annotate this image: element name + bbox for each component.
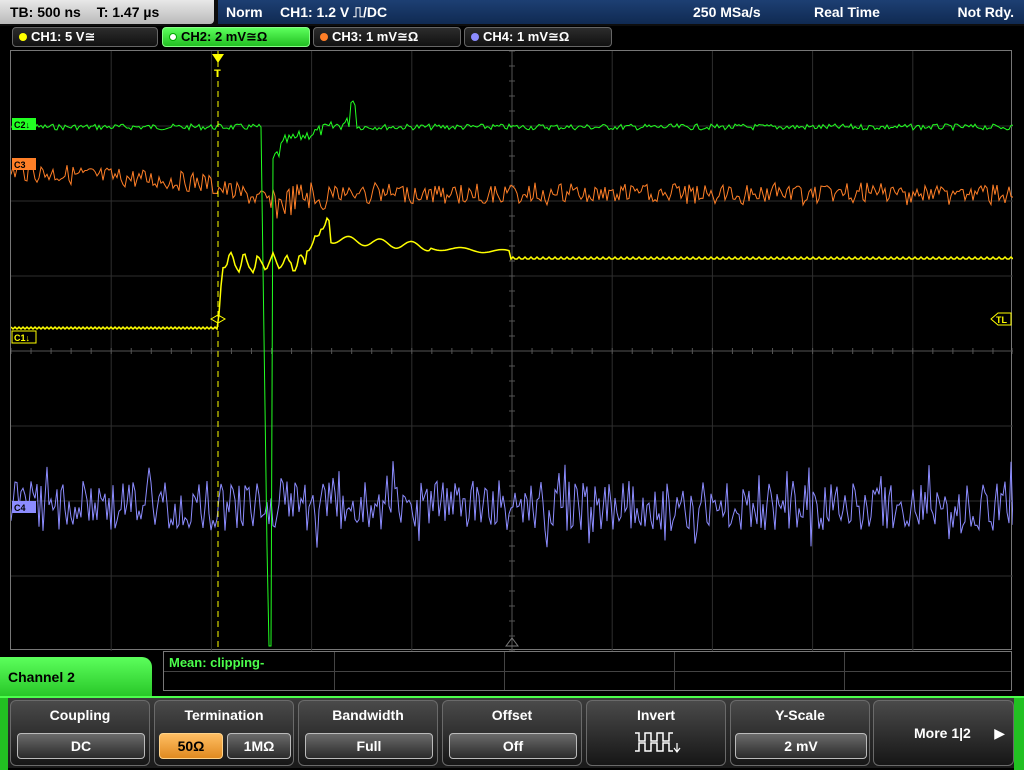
softkey-accent-left xyxy=(0,698,8,770)
meas-grid-line xyxy=(334,652,335,690)
tab-ch3-label: CH3: 1 mV≅Ω xyxy=(332,29,419,44)
bandwidth-softkey[interactable]: Bandwidth Full xyxy=(298,700,438,766)
termination-1mohm-button[interactable]: 1MΩ xyxy=(227,733,291,759)
ch4-color-dot xyxy=(471,33,479,41)
ch1-ground-marker[interactable]: C1↓ xyxy=(11,330,37,344)
bandwidth-value-button[interactable]: Full xyxy=(305,733,433,759)
termination-50ohm-button[interactable]: 50Ω xyxy=(159,733,223,759)
meas-divider xyxy=(164,671,1011,672)
tab-ch2-label: CH2: 2 mV≅Ω xyxy=(181,29,268,44)
trigger-status-strip: Norm CH1: 1.2 V ⎍/DC 250 MSa/s Real Time… xyxy=(218,0,1024,24)
tab-ch2[interactable]: CH2: 2 mV≅Ω xyxy=(162,27,310,47)
softkey-bar: Coupling DC Termination 50Ω 1MΩ Bandwidt… xyxy=(0,696,1024,770)
coupling-softkey[interactable]: Coupling DC xyxy=(10,700,150,766)
waveform-display[interactable]: T C2↓ C3 C1↓ C4 TL xyxy=(10,50,1013,651)
meas-grid-line xyxy=(674,652,675,690)
trigger-source-label[interactable]: CH1: 1.2 V ⎍/DC xyxy=(280,0,387,24)
ch4-ground-marker[interactable]: C4 xyxy=(12,501,36,513)
invert-waveform-icon xyxy=(635,732,681,753)
invert-softkey[interactable]: Invert xyxy=(586,700,726,766)
offset-value-button[interactable]: Off xyxy=(449,733,577,759)
ch3-color-dot xyxy=(320,33,328,41)
acquisition-status-label: Not Rdy. xyxy=(957,4,1014,20)
bandwidth-title: Bandwidth xyxy=(332,707,404,723)
channel-tabs: CH1: 5 V≅ CH2: 2 mV≅Ω CH3: 1 mV≅Ω CH4: 1… xyxy=(0,26,1024,48)
meas-grid-line xyxy=(844,652,845,690)
timebase-box[interactable]: TB: 500 ns T: 1.47 µs xyxy=(0,0,214,24)
more-softkey[interactable]: More 1|2 ▶ xyxy=(873,700,1014,766)
ch2-marker-label: C2↓ xyxy=(14,120,30,130)
more-label: More 1|2 xyxy=(914,725,971,741)
ch1-color-dot xyxy=(19,33,27,41)
tab-ch1-label: CH1: 5 V≅ xyxy=(31,29,96,44)
tab-ch4[interactable]: CH4: 1 mV≅Ω xyxy=(464,27,612,47)
yscale-value-button[interactable]: 2 mV xyxy=(735,733,867,759)
ch3-marker-label: C3 xyxy=(14,160,26,170)
measurement-bar: Mean: clipping- xyxy=(163,651,1012,691)
trigger-time-label: T: 1.47 µs xyxy=(96,4,160,20)
tl-marker-label: TL xyxy=(996,315,1007,325)
offset-softkey[interactable]: Offset Off xyxy=(442,700,582,766)
termination-softkey[interactable]: Termination 50Ω 1MΩ xyxy=(154,700,294,766)
invert-title: Invert xyxy=(636,707,676,723)
trigger-position-marker[interactable] xyxy=(212,54,224,63)
yscale-softkey[interactable]: Y-Scale 2 mV xyxy=(730,700,870,766)
trigger-mode-label[interactable]: Norm xyxy=(226,0,263,24)
offset-title: Offset xyxy=(491,707,533,723)
waveform-svg: T C2↓ C3 C1↓ C4 TL xyxy=(11,51,1013,651)
meas-grid-line xyxy=(504,652,505,690)
yscale-title: Y-Scale xyxy=(775,707,825,723)
termination-title: Termination xyxy=(184,707,264,723)
measurement-mean-text: Mean: clipping- xyxy=(169,655,265,670)
coupling-value-button[interactable]: DC xyxy=(17,733,145,759)
ch2-color-dot xyxy=(169,33,177,41)
chevron-right-icon: ▶ xyxy=(994,725,1005,741)
sample-rate-label: 250 MSa/s xyxy=(693,4,761,20)
coupling-title: Coupling xyxy=(49,707,111,723)
tab-ch1[interactable]: CH1: 5 V≅ xyxy=(12,27,158,47)
ch2-ground-marker[interactable]: C2↓ xyxy=(12,118,36,130)
ch4-marker-label: C4 xyxy=(14,503,26,513)
menu-title-channel2: Channel 2 xyxy=(0,657,152,701)
ch3-ground-marker[interactable]: C3 xyxy=(12,158,36,170)
acquisition-mode-label: Real Time xyxy=(814,4,880,20)
tab-ch4-label: CH4: 1 mV≅Ω xyxy=(483,29,570,44)
ch1-marker-label: C1↓ xyxy=(14,333,30,343)
trigger-level-marker[interactable]: TL xyxy=(990,312,1012,326)
timebase-label: TB: 500 ns xyxy=(10,4,81,20)
graticule xyxy=(11,51,1013,651)
top-status-bar: TB: 500 ns T: 1.47 µs Norm CH1: 1.2 V ⎍/… xyxy=(0,0,1024,26)
trigger-t-marker: T xyxy=(214,68,221,80)
tab-ch3[interactable]: CH3: 1 mV≅Ω xyxy=(313,27,461,47)
softkey-accent-right xyxy=(1014,698,1024,770)
